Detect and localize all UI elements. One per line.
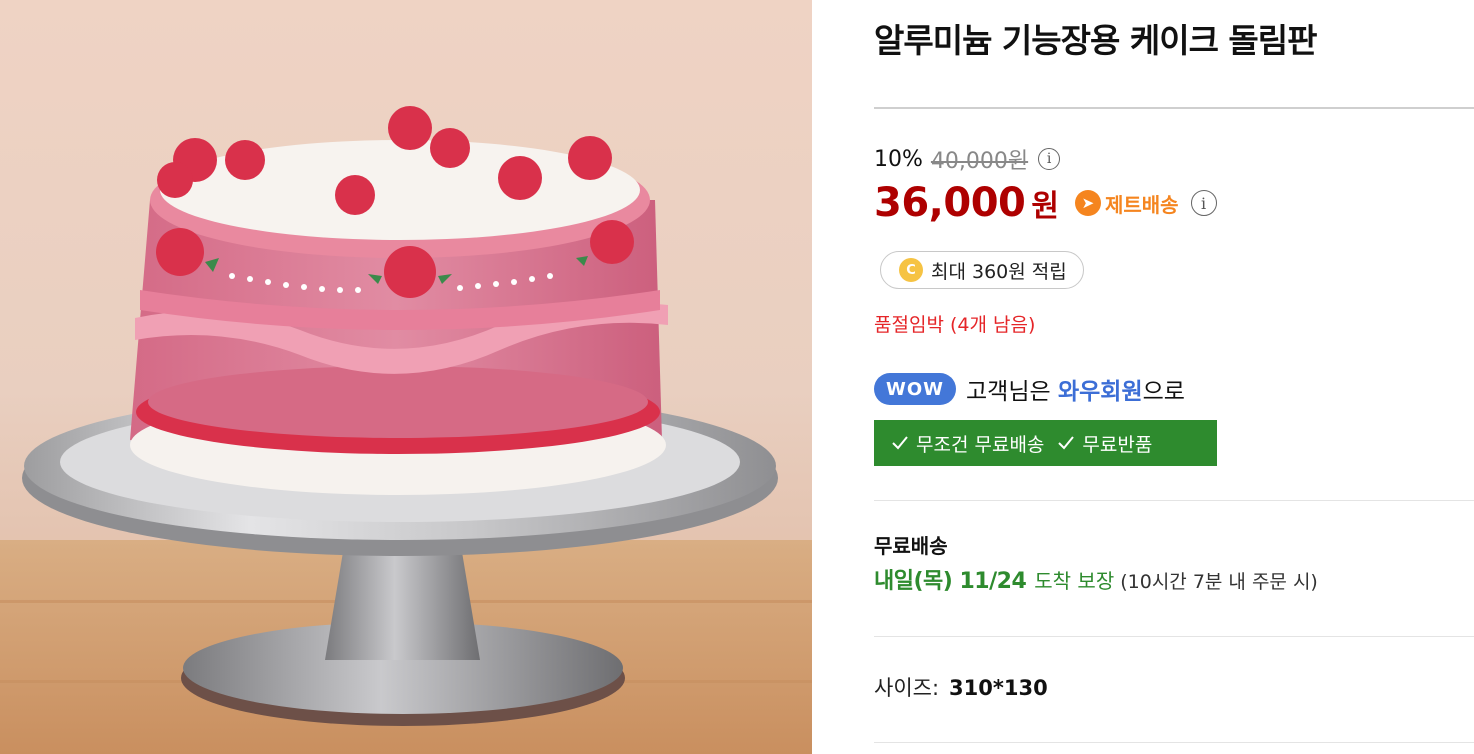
product-info-panel: 알루미늄 기능장용 케이크 돌림판 10% 40,000원 i 36,000 원… bbox=[874, 0, 1474, 754]
price-row: 36,000 원 ➤ 제트배송 i bbox=[874, 180, 1217, 226]
wow-membership-text: 고객님은 와우회원으로 bbox=[966, 372, 1185, 406]
stock-warning: 품절임박 (4개 남음) bbox=[874, 314, 1036, 336]
discount-row: 10% 40,000원 i bbox=[874, 143, 1061, 175]
check-icon bbox=[892, 436, 908, 450]
option-label: 사이즈: bbox=[874, 676, 940, 700]
option-value: 310*130 bbox=[949, 676, 1048, 700]
price-unit: 원 bbox=[1031, 189, 1059, 224]
benefit-label: 무조건 무료배송 bbox=[916, 433, 1045, 456]
benefit-free-shipping: 무조건 무료배송 bbox=[890, 430, 1044, 457]
wow-benefit-bar: 무조건 무료배송 무료반품 bbox=[874, 420, 1217, 466]
arrival-date: 내일(목) 11/24 bbox=[874, 569, 1027, 594]
cake-turntable-illustration bbox=[0, 0, 812, 754]
wow-badge: WOW bbox=[874, 373, 957, 405]
discount-rate: 10% bbox=[874, 146, 923, 172]
check-icon bbox=[1058, 436, 1075, 450]
benefit-free-return: 무료반품 bbox=[1056, 430, 1152, 457]
rocket-icon: ➤ bbox=[1074, 190, 1101, 216]
product-image[interactable] bbox=[0, 0, 812, 754]
title-divider bbox=[874, 107, 1474, 109]
wow-text-after: 으로 bbox=[1142, 379, 1185, 405]
rocket-delivery-badge: ➤ 제트배송 bbox=[1074, 189, 1179, 218]
order-cutoff: (10시간 7분 내 주문 시) bbox=[1120, 571, 1318, 593]
rocket-delivery-label: 제트배송 bbox=[1104, 192, 1179, 217]
coin-icon: C bbox=[899, 258, 923, 282]
reward-text: 최대 360원 적립 bbox=[931, 260, 1067, 283]
price-info-icon[interactable]: i bbox=[1038, 148, 1061, 170]
benefit-label: 무료반품 bbox=[1082, 433, 1153, 456]
shipping-label: 무료배송 bbox=[874, 534, 948, 558]
wow-member-highlight: 와우회원 bbox=[1057, 379, 1143, 405]
section-divider bbox=[874, 636, 1474, 637]
section-divider bbox=[874, 742, 1474, 743]
sale-price: 36,000 bbox=[874, 180, 1026, 226]
original-price: 40,000원 bbox=[930, 149, 1029, 174]
product-detail-page: 알루미늄 기능장용 케이크 돌림판 10% 40,000원 i 36,000 원… bbox=[0, 0, 1474, 754]
reward-pill[interactable]: C 최대 360원 적립 bbox=[880, 251, 1084, 289]
delivery-info-icon[interactable]: i bbox=[1190, 190, 1217, 216]
section-divider bbox=[874, 500, 1474, 501]
wow-text-before: 고객님은 bbox=[966, 379, 1058, 405]
arrival-guarantee: 도착 보장 bbox=[1034, 569, 1115, 593]
delivery-estimate: 내일(목) 11/24 도착 보장 (10시간 7분 내 주문 시) bbox=[874, 563, 1318, 595]
size-option[interactable]: 사이즈: 310*130 bbox=[874, 672, 1048, 702]
wow-membership-row: WOW 고객님은 와우회원으로 bbox=[874, 372, 1185, 406]
product-title: 알루미늄 기능장용 케이크 돌림판 bbox=[874, 21, 1318, 60]
